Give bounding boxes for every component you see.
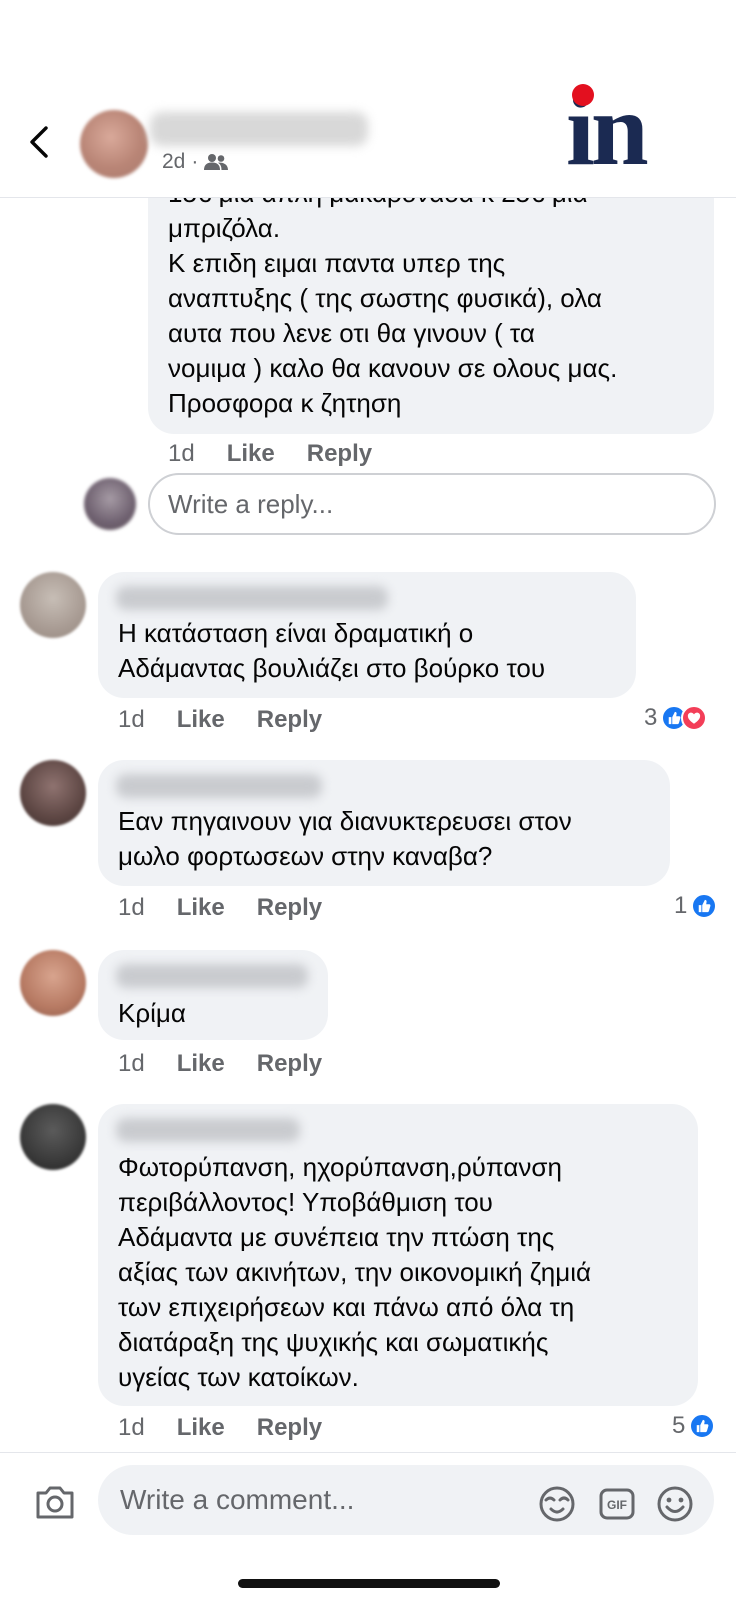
comment-line: Κ επιδη ειμαι παντα υπερ της xyxy=(168,248,506,278)
reply-button[interactable]: Reply xyxy=(257,1414,322,1442)
comment-bubble[interactable]: Η κατάσταση είναι δραματική ο Αδάμαντας … xyxy=(98,572,636,698)
reaction-count: 1 xyxy=(674,892,688,919)
love-reaction-icon xyxy=(681,705,708,731)
comment-text: Η κατάσταση είναι δραματική ο Αδάμαντας … xyxy=(118,616,545,686)
camera-icon xyxy=(36,1486,74,1519)
comment-line: Η κατάσταση είναι δραματική ο xyxy=(118,618,474,648)
comment-bubble[interactable]: Εαν πηγαινουν για διανυκτερευσει στον μω… xyxy=(98,760,670,886)
reply-button[interactable]: Reply xyxy=(257,1050,322,1078)
like-reaction-icon xyxy=(691,893,718,919)
comment-text: Κρίμα xyxy=(118,996,186,1031)
comment-actions: 1d Like Reply xyxy=(118,1050,354,1078)
comment-line: υγείας των κατοίκων. xyxy=(118,1362,359,1392)
commenter-avatar[interactable] xyxy=(20,950,86,1016)
reaction-count: 3 xyxy=(644,704,658,731)
comment-line: νομιμα ) καλο θα κανουν σε ολους μας. xyxy=(168,353,618,383)
comment-time: 1d xyxy=(118,706,145,733)
svg-text:GIF: GIF xyxy=(607,1498,627,1512)
reply-button[interactable]: Reply xyxy=(307,440,372,468)
comment-line: διατάραξη της ψυχικής και σωματικής xyxy=(118,1327,549,1357)
like-button[interactable]: Like xyxy=(177,1050,225,1078)
comment-bubble[interactable]: Φωτορύπανση, ηχορύπανση,ρύπανση περιβάλλ… xyxy=(98,1104,698,1406)
comment-line: Αδάμαντα με συνέπεια την πτώση της xyxy=(118,1222,555,1252)
home-indicator xyxy=(238,1579,500,1588)
reply-button[interactable]: Reply xyxy=(257,894,322,922)
comment-time: 1d xyxy=(118,1050,145,1077)
like-button[interactable]: Like xyxy=(227,440,275,468)
current-user-avatar xyxy=(84,478,136,530)
like-button[interactable]: Like xyxy=(177,1414,225,1442)
comment-time: 1d xyxy=(118,1414,145,1441)
like-button[interactable]: Like xyxy=(177,706,225,734)
gif-icon: GIF xyxy=(599,1488,635,1520)
like-reaction-icon xyxy=(689,1413,716,1439)
commenter-name-blurred[interactable] xyxy=(116,774,322,798)
camera-button[interactable] xyxy=(34,1483,76,1521)
comment-actions: 1d Like Reply xyxy=(118,706,354,734)
reply-button[interactable]: Reply xyxy=(257,706,322,734)
logo-dot xyxy=(572,84,594,106)
comment-line: Φωτορύπανση, ηχορύπανση,ρύπανση xyxy=(118,1152,562,1182)
emoji-button[interactable] xyxy=(656,1485,694,1523)
like-button[interactable]: Like xyxy=(177,894,225,922)
comment-line: μπριζόλα. xyxy=(168,213,281,243)
comment-line: των επιχειρήσεων και πάνω από όλα τη xyxy=(118,1292,575,1322)
commenter-avatar[interactable] xyxy=(20,760,86,826)
gif-button[interactable]: GIF xyxy=(598,1485,636,1523)
author-name-blurred[interactable] xyxy=(150,112,368,146)
comment-line: αξίας των ακινήτων, την οικονομική ζημιά xyxy=(118,1257,592,1287)
commenter-name-blurred[interactable] xyxy=(116,964,308,988)
comment-text: Φωτορύπανση, ηχορύπανση,ρύπανση περιβάλλ… xyxy=(118,1150,591,1395)
friends-icon xyxy=(204,154,229,170)
commenter-name-blurred[interactable] xyxy=(116,1118,300,1142)
comment-time: 1d xyxy=(118,894,145,921)
comment-line: Κρίμα xyxy=(118,998,186,1028)
publisher-logo: in xyxy=(566,78,682,182)
commenter-avatar[interactable] xyxy=(20,572,86,638)
comment-line: περιβάλλοντος! Υποβάθμιση του xyxy=(118,1187,493,1217)
comment-actions: 1d Like Reply xyxy=(118,1414,354,1442)
commenter-avatar[interactable] xyxy=(20,1104,86,1170)
comment-line: Εαν πηγαινουν για διανυκτερευσει στον xyxy=(118,806,572,836)
sticker-icon xyxy=(539,1486,575,1522)
emoji-icon xyxy=(657,1486,693,1522)
reaction-count: 5 xyxy=(672,1412,686,1439)
comment-line: Προσφορα κ ζητηση xyxy=(168,388,402,418)
comment-line: Αδάμαντας βουλιάζει στο βούρκο του xyxy=(118,653,546,683)
post-age: 2d xyxy=(162,150,186,173)
comment-composer: Write a comment... GIF xyxy=(0,1452,736,1600)
reaction-summary[interactable]: 1 xyxy=(674,892,718,920)
comment-actions: 1d Like Reply xyxy=(168,440,404,468)
comment-line: αναπτυξης ( της σωστης φυσικά), ολα xyxy=(168,283,602,313)
author-avatar[interactable] xyxy=(80,110,148,178)
sticker-button[interactable] xyxy=(538,1485,576,1523)
commenter-name-blurred[interactable] xyxy=(116,586,388,610)
comment-text: Εαν πηγαινουν για διανυκτερευσει στον μω… xyxy=(118,804,572,874)
comment-time: 1d xyxy=(168,440,195,467)
reaction-summary[interactable]: 3 xyxy=(644,704,708,732)
comment-line: αυτα που λενε οτι θα γινουν ( τα xyxy=(168,318,535,348)
post-meta: 2d · xyxy=(162,150,229,174)
reaction-summary[interactable]: 5 xyxy=(672,1412,716,1440)
comment-actions: 1d Like Reply xyxy=(118,894,354,922)
comment-line: μωλο φορτωσεων στην καναβα? xyxy=(118,841,493,871)
back-arrow-icon xyxy=(30,126,48,158)
back-button[interactable] xyxy=(22,118,58,166)
reply-input[interactable]: Write a reply... xyxy=(148,473,716,535)
comment-bubble[interactable]: Κρίμα xyxy=(98,950,328,1040)
post-header: 2d · in xyxy=(0,0,736,198)
comment-text: 15€ μια απλη μακαρονάδα κ 25€ μια μπριζό… xyxy=(168,176,617,421)
